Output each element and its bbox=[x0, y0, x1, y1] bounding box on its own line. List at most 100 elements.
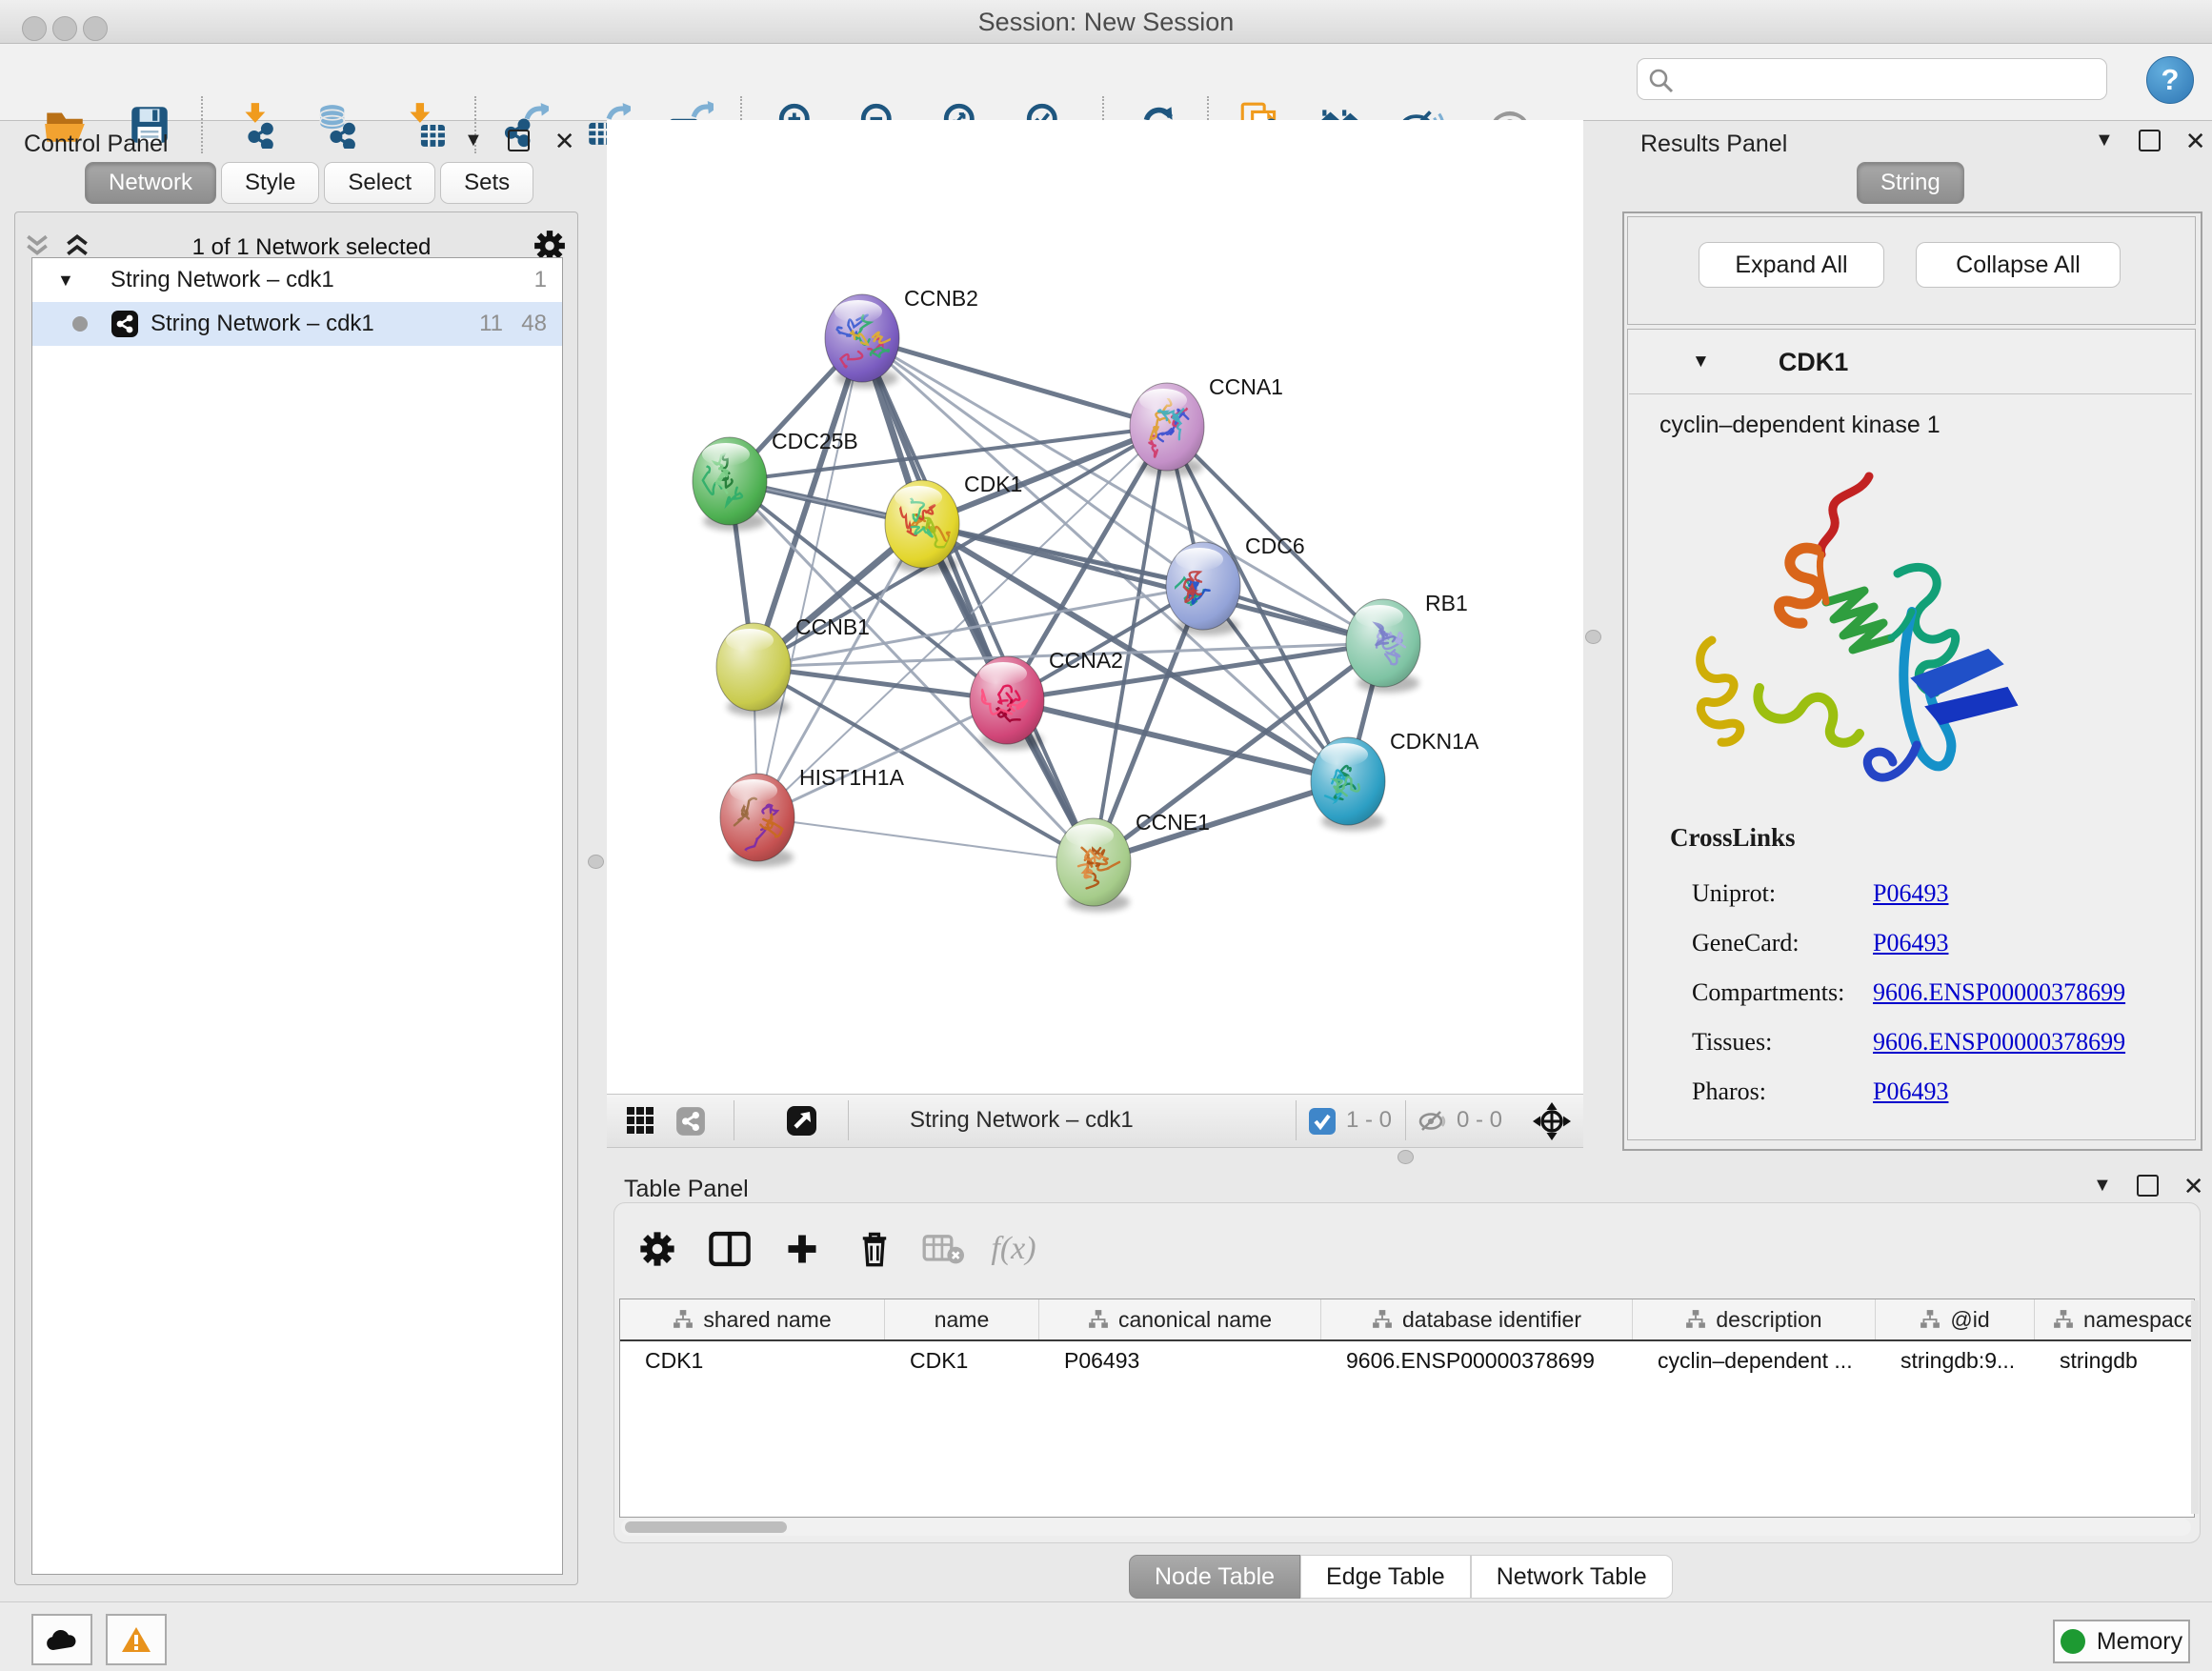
control-panel-collapse-icon[interactable]: ▼ bbox=[464, 130, 483, 151]
crosslink-link[interactable]: P06493 bbox=[1873, 879, 1948, 908]
cloud-status-button[interactable] bbox=[31, 1614, 92, 1665]
table-vertical-scrollbar[interactable] bbox=[2191, 1300, 2199, 1514]
node-description: cyclin–dependent kinase 1 bbox=[1659, 412, 1941, 439]
tree-expand-icon[interactable]: ▼ bbox=[57, 271, 82, 291]
column-header-description[interactable]: description bbox=[1633, 1299, 1876, 1339]
tab-edge-table[interactable]: Edge Table bbox=[1300, 1555, 1471, 1599]
results-panel-close-icon[interactable]: ✕ bbox=[2185, 131, 2206, 151]
selected-checkbox-icon[interactable] bbox=[1308, 1107, 1337, 1140]
graph-edge[interactable] bbox=[757, 700, 1007, 817]
crosslink-label: Uniprot: bbox=[1692, 879, 1873, 908]
expand-all-button[interactable]: Expand All bbox=[1699, 242, 1884, 288]
node-label: CCNE1 bbox=[1136, 810, 1210, 835]
table-panel-float-icon[interactable] bbox=[2137, 1175, 2159, 1197]
graph-node-HIST1H1A[interactable]: HIST1H1A bbox=[720, 765, 905, 867]
node-label: CCNB2 bbox=[904, 286, 978, 311]
memory-button[interactable]: Memory bbox=[2053, 1620, 2190, 1663]
tab-sets[interactable]: Sets bbox=[440, 162, 533, 204]
crosslink-row: Uniprot:P06493 bbox=[1692, 869, 2187, 918]
hidden-count: 0 - 0 bbox=[1457, 1107, 1502, 1134]
node-label: HIST1H1A bbox=[799, 765, 905, 790]
table-cell[interactable]: CDK1 bbox=[620, 1341, 885, 1379]
function-builder-icon-disabled: f(x) bbox=[987, 1222, 1040, 1276]
table-options-gear-icon[interactable] bbox=[631, 1222, 684, 1276]
network-share-gray-icon[interactable] bbox=[675, 1106, 706, 1141]
search-input[interactable] bbox=[1637, 58, 2107, 100]
show-column-icon[interactable] bbox=[703, 1222, 756, 1276]
table-tabs: Node TableEdge TableNetwork Table bbox=[1129, 1555, 1673, 1599]
results-node-section-header[interactable]: ▼ CDK1 bbox=[1629, 331, 2192, 394]
crosslink-link[interactable]: 9606.ENSP00000378699 bbox=[1873, 978, 2125, 1007]
graph-node-CCNA2[interactable]: CCNA2 bbox=[970, 648, 1123, 750]
right-splitter-handle[interactable] bbox=[1585, 630, 1601, 644]
crosslink-link[interactable]: P06493 bbox=[1873, 1077, 1948, 1106]
table-horizontal-scrollbar[interactable] bbox=[621, 1519, 2191, 1536]
column-header-name[interactable]: name bbox=[885, 1299, 1039, 1339]
column-header-canonical-name[interactable]: canonical name bbox=[1039, 1299, 1321, 1339]
section-collapse-icon[interactable]: ▼ bbox=[1692, 352, 1710, 372]
control-panel-title: Control Panel bbox=[24, 131, 168, 158]
column-header-namespace[interactable]: namespace bbox=[2035, 1299, 2195, 1339]
crosslink-link[interactable]: 9606.ENSP00000378699 bbox=[1873, 1028, 2125, 1057]
graph-node-CDKN1A[interactable]: CDKN1A bbox=[1311, 729, 1479, 831]
table-row[interactable]: CDK1CDK1P064939606.ENSP00000378699cyclin… bbox=[620, 1341, 2194, 1379]
table-scrollbar-thumb[interactable] bbox=[625, 1521, 787, 1533]
graph-edge[interactable] bbox=[862, 338, 1167, 427]
node-label: RB1 bbox=[1425, 591, 1468, 615]
horizontal-splitter-handle[interactable] bbox=[1398, 1150, 1414, 1164]
cloud-icon bbox=[45, 1627, 79, 1652]
table-cell[interactable]: cyclin–dependent ... bbox=[1633, 1341, 1876, 1379]
grid-view-icon[interactable] bbox=[626, 1106, 654, 1139]
table-cell[interactable]: stringdb:9... bbox=[1876, 1341, 2035, 1379]
memory-label: Memory bbox=[2097, 1628, 2182, 1656]
column-header--id[interactable]: @id bbox=[1876, 1299, 2035, 1339]
results-panel-collapse-icon[interactable]: ▼ bbox=[2095, 130, 2114, 151]
delete-column-icon[interactable] bbox=[848, 1222, 901, 1276]
tab-string[interactable]: String bbox=[1857, 162, 1964, 204]
table-cell[interactable]: 9606.ENSP00000378699 bbox=[1321, 1341, 1633, 1379]
help-button[interactable]: ? bbox=[2146, 56, 2194, 104]
crosslink-row: Compartments:9606.ENSP00000378699 bbox=[1692, 968, 2187, 1017]
graph-edge[interactable] bbox=[757, 338, 862, 817]
table-cell[interactable]: CDK1 bbox=[885, 1341, 1039, 1379]
network-graph[interactable]: CCNB2CCNA1CDC25BCDK1CDC6RB1CCNB1CCNA2CDK… bbox=[607, 120, 1583, 1094]
table-cell[interactable]: P06493 bbox=[1039, 1341, 1321, 1379]
birds-eye-view-icon[interactable] bbox=[786, 1105, 817, 1141]
node-label: CDC25B bbox=[772, 429, 858, 453]
control-panel-tabs: NetworkStyleSelectSets bbox=[85, 162, 533, 204]
warning-status-button[interactable] bbox=[106, 1614, 167, 1665]
warning-icon bbox=[120, 1625, 152, 1654]
results-panel-float-icon[interactable] bbox=[2139, 130, 2161, 151]
column-header-database-identifier[interactable]: database identifier bbox=[1321, 1299, 1633, 1339]
graph-node-CCNE1[interactable]: CCNE1 bbox=[1056, 810, 1210, 912]
tab-node-table[interactable]: Node Table bbox=[1129, 1555, 1300, 1599]
graph-node-CCNA1[interactable]: CCNA1 bbox=[1130, 374, 1283, 476]
tab-network[interactable]: Network bbox=[85, 162, 216, 204]
tab-network-table[interactable]: Network Table bbox=[1471, 1555, 1673, 1599]
table-cell[interactable]: stringdb bbox=[2035, 1341, 2195, 1379]
graph-edge[interactable] bbox=[1094, 781, 1348, 862]
control-panel-close-icon[interactable]: ✕ bbox=[554, 131, 575, 151]
add-column-icon[interactable] bbox=[775, 1222, 829, 1276]
network-tree: ▼ String Network – cdk1 1 String Network… bbox=[31, 257, 563, 1575]
network-tree-root-row[interactable]: ▼ String Network – cdk1 1 bbox=[32, 258, 562, 302]
left-splitter-handle[interactable] bbox=[588, 855, 604, 869]
graph-node-RB1[interactable]: RB1 bbox=[1346, 591, 1468, 693]
network-view-toolbar: String Network – cdk1 1 - 0 0 - 0 bbox=[607, 1094, 1583, 1148]
table-panel-close-icon[interactable]: ✕ bbox=[2183, 1177, 2204, 1196]
column-header-label: @id bbox=[1950, 1307, 1989, 1333]
network-tree-row-selected[interactable]: String Network – cdk1 11 48 bbox=[32, 302, 562, 346]
column-header-shared-name[interactable]: shared name bbox=[620, 1299, 885, 1339]
tab-select[interactable]: Select bbox=[324, 162, 435, 204]
tab-style[interactable]: Style bbox=[221, 162, 319, 204]
search-icon bbox=[1648, 68, 1675, 99]
crosslink-row: GeneCard:P06493 bbox=[1692, 918, 2187, 968]
fit-content-crosshair-icon[interactable] bbox=[1533, 1102, 1571, 1145]
crosslink-link[interactable]: P06493 bbox=[1873, 929, 1948, 957]
hidden-eye-icon[interactable] bbox=[1417, 1107, 1447, 1140]
graph-edge[interactable] bbox=[757, 817, 1094, 862]
collapse-all-button[interactable]: Collapse All bbox=[1916, 242, 2121, 288]
control-panel-float-icon[interactable] bbox=[508, 130, 530, 151]
network-canvas[interactable]: CCNB2CCNA1CDC25BCDK1CDC6RB1CCNB1CCNA2CDK… bbox=[607, 120, 1583, 1094]
table-panel-collapse-icon[interactable]: ▼ bbox=[2093, 1175, 2112, 1197]
